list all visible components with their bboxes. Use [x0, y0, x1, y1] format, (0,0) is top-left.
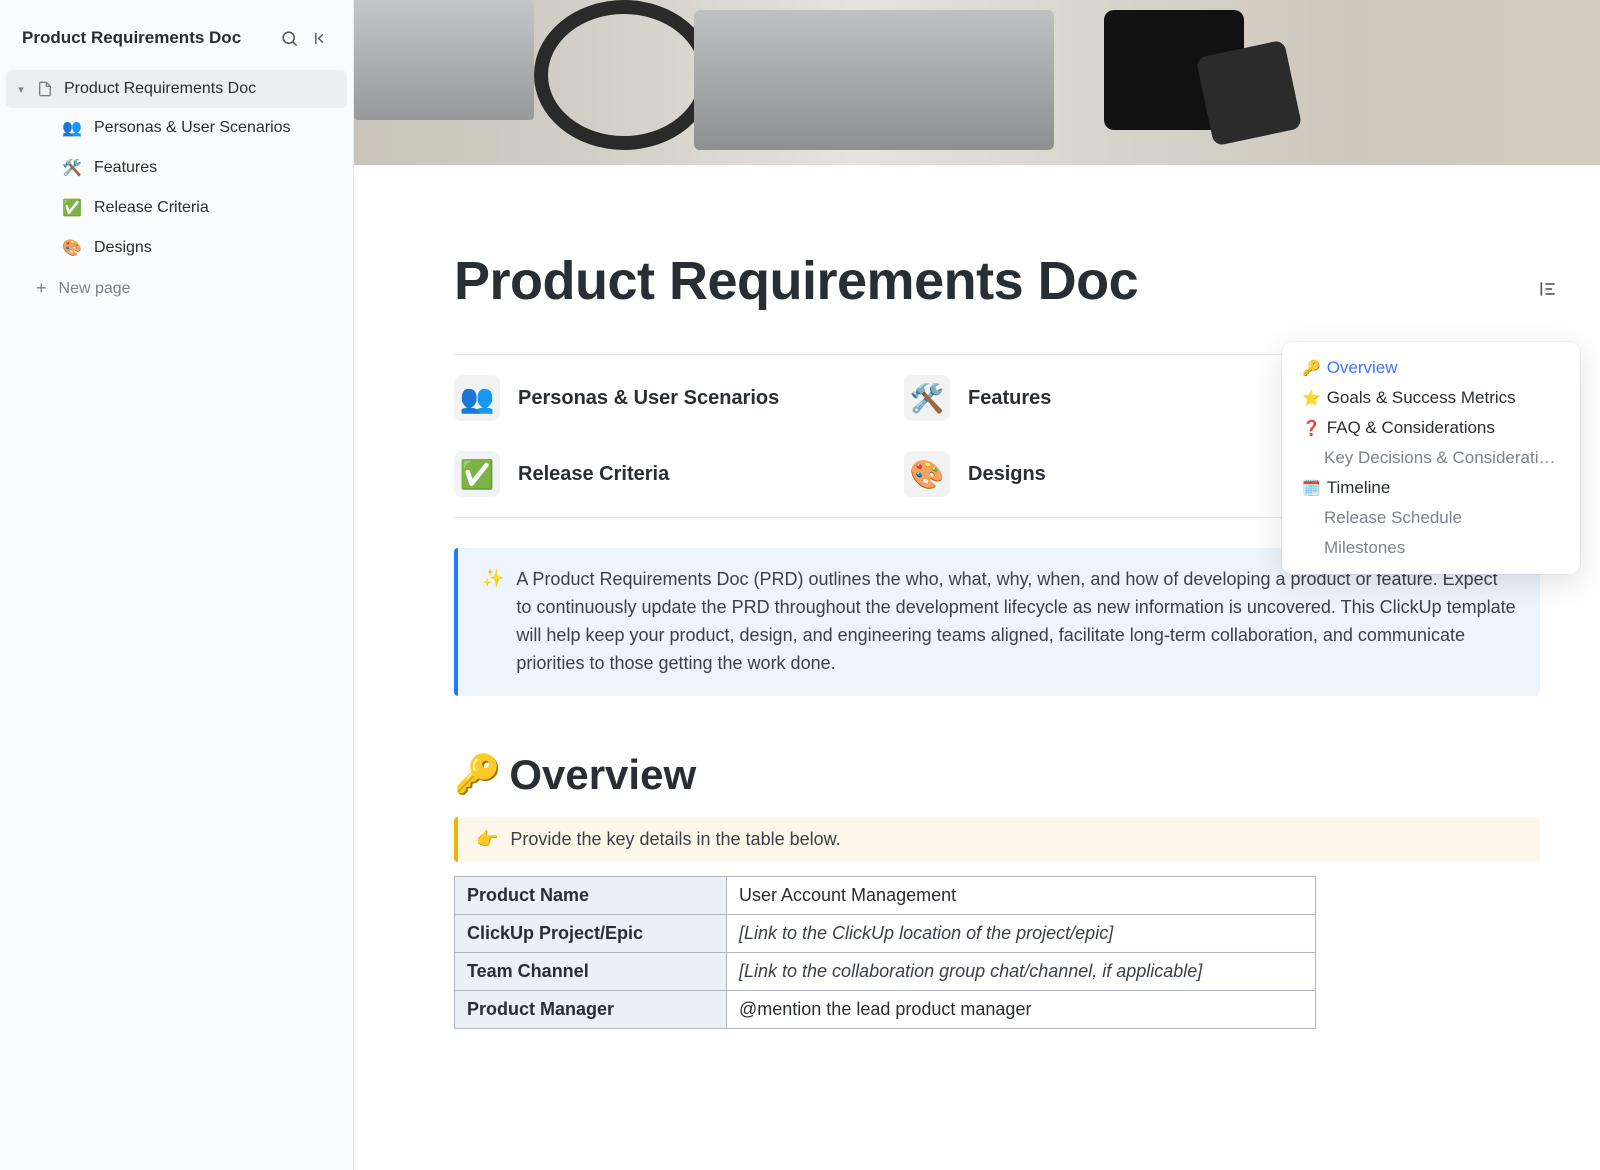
toc-item-goals[interactable]: ⭐ Goals & Success Metrics	[1302, 388, 1560, 408]
sidebar-header: Product Requirements Doc	[0, 24, 353, 70]
point-right-icon: 👉	[476, 829, 498, 850]
chevron-down-icon: ▾	[14, 83, 28, 96]
calendar-icon: 🗓️	[1302, 479, 1321, 497]
table-val: [Link to the ClickUp location of the pro…	[727, 914, 1316, 952]
sidebar-item-label: Product Requirements Doc	[64, 80, 256, 98]
palette-icon: 🎨	[904, 451, 950, 497]
overview-table: Product Name User Account Management Cli…	[454, 876, 1316, 1029]
toc-label: Overview	[1327, 358, 1398, 378]
toc-label: Release Schedule	[1324, 508, 1462, 528]
subpage-link-label: Personas & User Scenarios	[518, 387, 779, 410]
toc-panel: 🔑 Overview ⭐ Goals & Success Metrics ❓ F…	[1282, 342, 1580, 574]
overview-heading: 🔑 Overview	[454, 751, 1540, 799]
toc-item-overview[interactable]: 🔑 Overview	[1302, 358, 1560, 378]
subpage-link-designs[interactable]: 🎨 Designs	[904, 451, 1244, 497]
subpage-link-label: Features	[968, 387, 1051, 410]
table-key: ClickUp Project/Epic	[455, 914, 727, 952]
sidebar-item-prd[interactable]: ▾ Product Requirements Doc	[6, 70, 347, 108]
people-icon: 👥	[454, 375, 500, 421]
toc-item-timeline[interactable]: 🗓️ Timeline	[1302, 478, 1560, 498]
toc-label: Timeline	[1327, 478, 1391, 498]
sidebar-title: Product Requirements Doc	[22, 28, 271, 48]
sidebar-item-release-criteria[interactable]: ✅ Release Criteria	[0, 188, 353, 228]
table-val: User Account Management	[727, 876, 1316, 914]
sidebar: Product Requirements Doc ▾ Product Requi…	[0, 0, 354, 1170]
toc-item-faq[interactable]: ❓ FAQ & Considerations	[1302, 418, 1560, 438]
tip-text: Provide the key details in the table bel…	[510, 829, 840, 850]
subpage-link-release-criteria[interactable]: ✅ Release Criteria	[454, 451, 894, 497]
sidebar-item-personas[interactable]: 👥 Personas & User Scenarios	[0, 108, 353, 148]
page-icon	[36, 80, 54, 98]
subpage-link-label: Release Criteria	[518, 463, 669, 486]
main: Product Requirements Doc 👥 Personas & Us…	[354, 0, 1600, 1170]
table-row[interactable]: Team Channel [Link to the collaboration …	[455, 952, 1316, 990]
toc-label: Key Decisions & Consideratio…	[1324, 448, 1560, 468]
tools-icon: 🛠️	[62, 158, 82, 178]
toc-item-release-schedule[interactable]: Release Schedule	[1302, 508, 1560, 528]
subpage-link-features[interactable]: 🛠️ Features	[904, 375, 1244, 421]
table-val: [Link to the collaboration group chat/ch…	[727, 952, 1316, 990]
key-icon: 🔑	[454, 753, 501, 797]
new-page-button[interactable]: + New page	[0, 268, 353, 309]
toc-label: Milestones	[1324, 538, 1405, 558]
tip-callout: 👉 Provide the key details in the table b…	[454, 817, 1540, 862]
sidebar-item-label: Designs	[94, 239, 152, 257]
subpage-link-label: Designs	[968, 463, 1046, 486]
sidebar-item-label: Release Criteria	[94, 199, 209, 217]
collapse-sidebar-icon[interactable]	[307, 24, 335, 52]
check-icon: ✅	[62, 198, 82, 218]
subpage-link-personas[interactable]: 👥 Personas & User Scenarios	[454, 375, 894, 421]
plus-icon: +	[36, 278, 47, 299]
question-icon: ❓	[1302, 419, 1321, 437]
table-key: Team Channel	[455, 952, 727, 990]
star-icon: ⭐	[1302, 389, 1321, 407]
cover-image	[354, 0, 1600, 165]
table-row[interactable]: ClickUp Project/Epic [Link to the ClickU…	[455, 914, 1316, 952]
toc-item-key-decisions[interactable]: Key Decisions & Consideratio…	[1302, 448, 1560, 468]
table-row[interactable]: Product Manager @mention the lead produc…	[455, 990, 1316, 1028]
new-page-label: New page	[59, 280, 131, 298]
overview-heading-text: Overview	[509, 751, 696, 799]
toc-toggle-icon[interactable]	[1534, 275, 1562, 303]
sidebar-item-label: Personas & User Scenarios	[94, 119, 291, 137]
sidebar-item-features[interactable]: 🛠️ Features	[0, 148, 353, 188]
callout-text: A Product Requirements Doc (PRD) outline…	[516, 566, 1516, 678]
toc-item-milestones[interactable]: Milestones	[1302, 538, 1560, 558]
table-val: @mention the lead product manager	[727, 990, 1316, 1028]
table-key: Product Name	[455, 876, 727, 914]
search-icon[interactable]	[275, 24, 303, 52]
palette-icon: 🎨	[62, 238, 82, 258]
sparkle-icon: ✨	[482, 568, 504, 678]
page-title: Product Requirements Doc	[454, 250, 1540, 312]
toc-label: FAQ & Considerations	[1327, 418, 1495, 438]
tools-icon: 🛠️	[904, 375, 950, 421]
table-key: Product Manager	[455, 990, 727, 1028]
toc-label: Goals & Success Metrics	[1327, 388, 1516, 408]
check-icon: ✅	[454, 451, 500, 497]
sidebar-item-label: Features	[94, 159, 157, 177]
people-icon: 👥	[62, 118, 82, 138]
table-row[interactable]: Product Name User Account Management	[455, 876, 1316, 914]
sidebar-item-designs[interactable]: 🎨 Designs	[0, 228, 353, 268]
key-icon: 🔑	[1302, 359, 1321, 377]
